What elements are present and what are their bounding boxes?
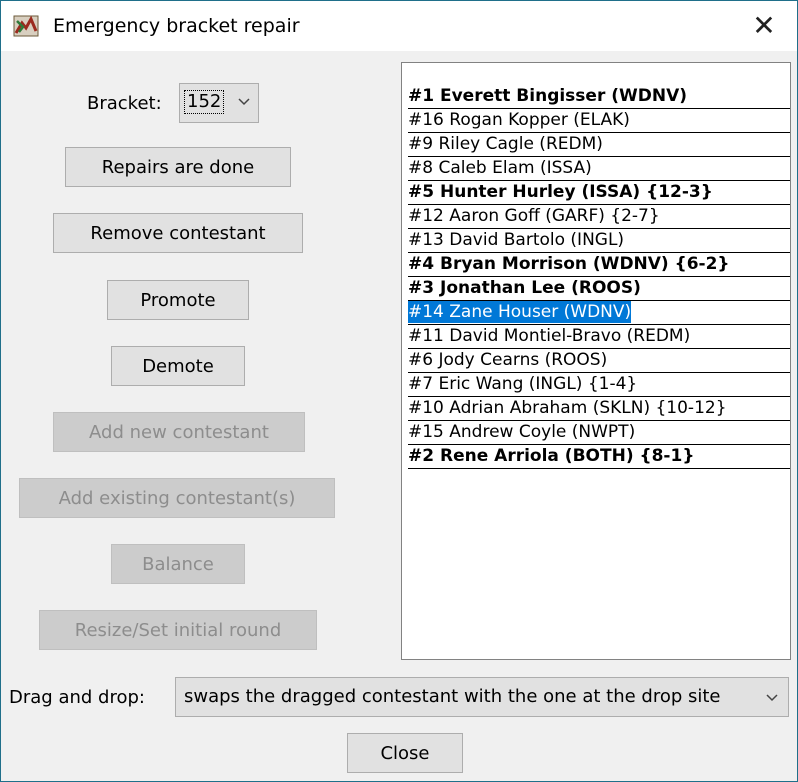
add-new-contestant-button[interactable]: Add new contestant: [53, 412, 305, 452]
dialog-window: Emergency bracket repair ✕ Bracket: 152 …: [0, 0, 798, 782]
list-item[interactable]: #14 Zane Houser (WDNV): [408, 301, 790, 325]
list-item[interactable]: #16 Rogan Kopper (ELAK): [408, 109, 790, 133]
drag-drop-select-value: swaps the dragged contestant with the on…: [184, 686, 721, 707]
balance-button[interactable]: Balance: [111, 544, 245, 584]
bracket-app-icon: [13, 15, 39, 37]
repairs-done-button[interactable]: Repairs are done: [65, 147, 291, 187]
demote-button[interactable]: Demote: [111, 346, 245, 386]
list-item[interactable]: #5 Hunter Hurley (ISSA) {12-3}: [408, 181, 790, 205]
close-icon[interactable]: ✕: [749, 11, 779, 41]
bracket-label: Bracket:: [87, 93, 162, 114]
list-item[interactable]: #4 Bryan Morrison (WDNV) {6-2}: [408, 253, 790, 277]
bracket-select[interactable]: 152: [179, 83, 259, 123]
list-item[interactable]: #13 David Bartolo (INGL): [408, 229, 790, 253]
list-item[interactable]: #6 Jody Cearns (ROOS): [408, 349, 790, 373]
list-item[interactable]: #9 Riley Cagle (REDM): [408, 133, 790, 157]
title-bar[interactable]: Emergency bracket repair ✕: [1, 1, 797, 51]
promote-button[interactable]: Promote: [107, 280, 249, 320]
drag-drop-label: Drag and drop:: [9, 687, 145, 708]
chevron-down-icon: [238, 98, 250, 106]
list-item[interactable]: #3 Jonathan Lee (ROOS): [408, 277, 790, 301]
contestant-list[interactable]: #1 Everett Bingisser (WDNV) #16 Rogan Ko…: [401, 62, 791, 660]
list-item[interactable]: #8 Caleb Elam (ISSA): [408, 157, 790, 181]
remove-contestant-button[interactable]: Remove contestant: [53, 213, 303, 253]
list-item[interactable]: #15 Andrew Coyle (NWPT): [408, 421, 790, 445]
bracket-select-value: 152: [184, 90, 225, 114]
list-item[interactable]: #11 David Montiel-Bravo (REDM): [408, 325, 790, 349]
list-item[interactable]: #10 Adrian Abraham (SKLN) {10-12}: [408, 397, 790, 421]
list-item[interactable]: #1 Everett Bingisser (WDNV): [408, 85, 790, 109]
list-item[interactable]: #12 Aaron Goff (GARF) {2-7}: [408, 205, 790, 229]
add-existing-contestant-button[interactable]: Add existing contestant(s): [19, 478, 335, 518]
resize-initial-round-button[interactable]: Resize/Set initial round: [39, 610, 317, 650]
list-item[interactable]: #2 Rene Arriola (BOTH) {8-1}: [408, 445, 790, 469]
chevron-down-icon: [766, 694, 778, 702]
close-button[interactable]: Close: [347, 733, 463, 773]
window-title: Emergency bracket repair: [53, 15, 300, 37]
list-item[interactable]: #7 Eric Wang (INGL) {1-4}: [408, 373, 790, 397]
drag-drop-select[interactable]: swaps the dragged contestant with the on…: [175, 677, 789, 717]
